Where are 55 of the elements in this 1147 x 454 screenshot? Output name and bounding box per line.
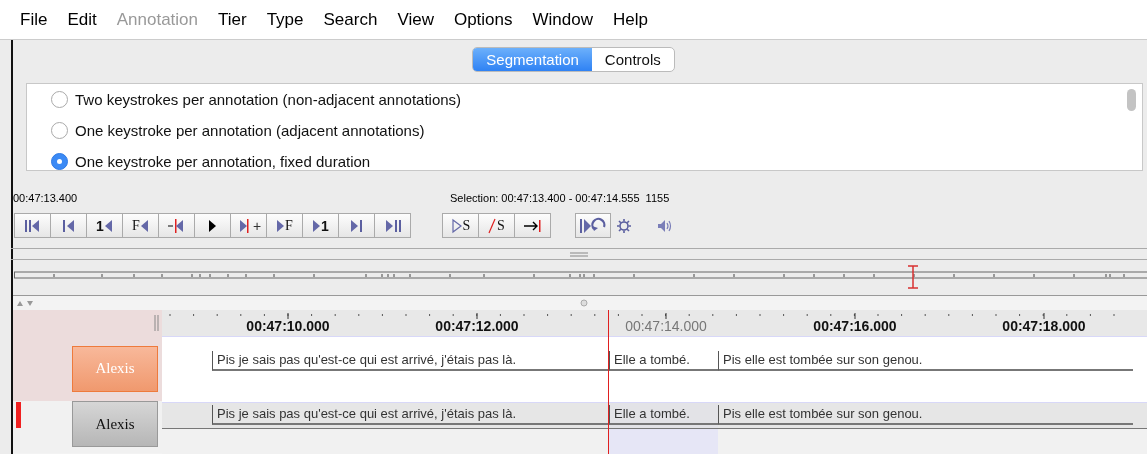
knob-icon[interactable] <box>580 299 588 307</box>
annotation[interactable]: Pis elle est tombée sur son genou. <box>718 351 1133 371</box>
tab[interactable]: Controls <box>591 48 674 71</box>
radio-button[interactable] <box>51 122 68 139</box>
player-button[interactable]: + <box>230 213 267 238</box>
drag-handle-icon[interactable] <box>570 251 588 257</box>
menu-item[interactable]: Window <box>532 9 593 30</box>
menu-item[interactable]: View <box>397 9 434 30</box>
current-time: 00:47:13.400 <box>13 192 79 204</box>
triangle-icon <box>312 217 322 234</box>
bar-triangle-loop-icon <box>578 216 608 235</box>
annotation[interactable]: Elle a tombé. <box>609 405 718 425</box>
menu-item[interactable]: Edit <box>67 9 97 30</box>
player-button[interactable]: 1 <box>302 213 339 238</box>
player-button[interactable]: F <box>122 213 159 238</box>
annotation[interactable]: Elle a tombé. <box>609 351 718 371</box>
loop-button[interactable] <box>575 213 611 238</box>
option-label: Two keystrokes per annotation (non-adjacent annotations) <box>75 91 462 108</box>
radio-button[interactable] <box>51 153 68 170</box>
player-button[interactable]: 1 <box>86 213 123 238</box>
menu-item[interactable]: Type <box>266 9 304 30</box>
menu-item[interactable]: Tier <box>218 9 247 30</box>
selection-label: Selection: 00:47:13.400 - 00:47:14.555 <box>450 192 640 204</box>
time-label: 00:47:10.000 <box>246 318 330 334</box>
arrow-bar-icon <box>521 217 544 234</box>
triangle-icon <box>103 217 113 234</box>
triangle-icon <box>139 217 149 234</box>
position-marker-icon[interactable] <box>907 265 919 289</box>
player-button[interactable] <box>194 213 231 238</box>
resize-grip-icon[interactable] <box>154 315 159 331</box>
menu-item[interactable]: Options <box>453 9 513 30</box>
player-button[interactable]: F <box>266 213 303 238</box>
tier-label[interactable]: Alexis <box>72 401 158 447</box>
option-label: One keystroke per annotation (adjacent annotations) <box>75 122 425 139</box>
annotation[interactable]: Pis elle est tombée sur son genou. <box>718 405 1133 425</box>
selection-button[interactable]: S <box>442 213 479 238</box>
time-label: 00:47:18.000 <box>1002 318 1086 334</box>
selection-button[interactable]: S <box>478 213 515 238</box>
radio-button[interactable] <box>51 91 68 108</box>
selection-button[interactable] <box>514 213 551 238</box>
annotation[interactable]: Pis je sais pas qu'est-ce qui est arrivé, j'étais pas là. <box>212 405 609 425</box>
time-label: 00:47:12.000 <box>435 318 519 334</box>
slash-icon <box>488 217 497 234</box>
triangle-icon <box>276 217 286 234</box>
time-label: 00:47:14.000 <box>625 318 707 334</box>
menu-item[interactable]: Help <box>613 9 648 30</box>
outline-triangle-icon <box>450 217 463 234</box>
scrollbar-thumb[interactable] <box>1127 89 1136 111</box>
annotation[interactable]: Pis je sais pas qu'est-ce qui est arrivé, j'étais pas là. <box>212 351 609 371</box>
menu-item[interactable]: File <box>20 9 48 30</box>
option-label: One keystroke per annotation, fixed duration <box>75 153 371 170</box>
selection-duration: 1155 <box>645 192 670 204</box>
settings-icon[interactable] <box>616 217 632 234</box>
time-label: 00:47:16.000 <box>813 318 897 334</box>
menu-item[interactable]: Search <box>323 9 378 30</box>
